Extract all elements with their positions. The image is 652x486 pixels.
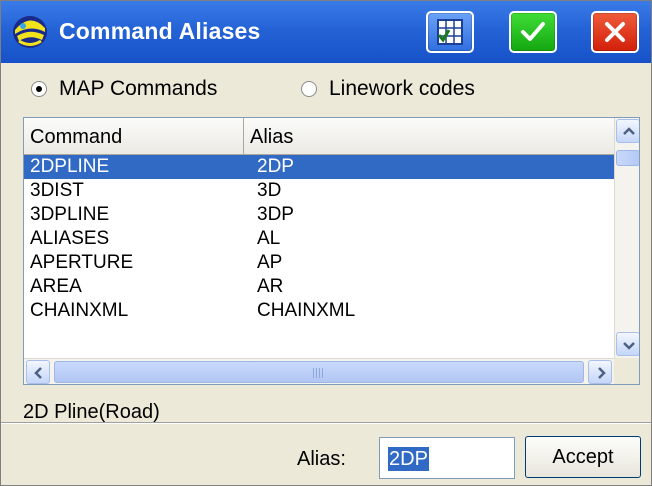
grid-options-button[interactable]: [426, 11, 474, 53]
scroll-right-button[interactable]: [588, 360, 612, 384]
cell-alias: CHAINXML: [257, 300, 356, 321]
radio-map-commands[interactable]: MAP Commands: [31, 71, 217, 107]
radio-label-linework-codes: Linework codes: [329, 77, 475, 100]
table-row[interactable]: AREA AR: [24, 275, 614, 299]
alias-input-value: 2DP: [388, 447, 429, 471]
table-row[interactable]: 2DPLINE 2DP: [24, 155, 614, 179]
scroll-up-button[interactable]: [616, 119, 639, 143]
table-row[interactable]: 3DIST 3D: [24, 179, 614, 203]
command-description: 2D Pline(Road): [23, 401, 160, 423]
ok-button[interactable]: [509, 11, 557, 53]
table-row[interactable]: APERTURE AP: [24, 251, 614, 275]
radio-linework-codes[interactable]: Linework codes: [301, 71, 475, 107]
cell-alias: 3D: [257, 180, 282, 201]
cell-alias: AR: [257, 276, 284, 297]
alias-input[interactable]: 2DP: [379, 437, 515, 479]
column-header-alias[interactable]: Alias: [244, 118, 614, 154]
horizontal-scroll-thumb[interactable]: [54, 361, 584, 383]
cell-command: 2DPLINE: [30, 156, 110, 177]
column-header-command[interactable]: Command: [24, 118, 244, 154]
cell-command: 3DPLINE: [30, 204, 110, 225]
alias-list-view[interactable]: Command Alias 2DPLINE 2DP 3DIST 3D 3DPLI…: [23, 117, 640, 385]
cell-alias: 2DP: [257, 156, 294, 177]
grip-icon: [313, 368, 325, 378]
table-row[interactable]: 3DPLINE 3DP: [24, 203, 614, 227]
title-bar: Command Aliases: [1, 1, 651, 63]
vertical-scroll-thumb[interactable]: [616, 150, 639, 166]
list-rows: 2DPLINE 2DP 3DIST 3D 3DPLINE 3DP ALIASES…: [24, 155, 614, 323]
accept-button[interactable]: Accept: [525, 436, 641, 478]
cell-alias: AL: [257, 228, 281, 249]
cell-alias: AP: [257, 252, 283, 273]
horizontal-scrollbar[interactable]: [24, 358, 614, 384]
alias-label: Alias:: [297, 448, 346, 470]
helmet-icon: [11, 14, 49, 50]
cell-command: ALIASES: [30, 228, 110, 249]
radio-button-unchecked[interactable]: [301, 81, 317, 97]
table-row[interactable]: CHAINXML CHAINXML: [24, 299, 614, 323]
scrollbar-corner: [614, 358, 639, 384]
cell-command: 3DIST: [30, 180, 84, 201]
scroll-down-button[interactable]: [616, 332, 639, 356]
list-header: Command Alias: [24, 118, 614, 155]
table-row[interactable]: ALIASES AL: [24, 227, 614, 251]
cell-command: APERTURE: [30, 252, 134, 273]
cell-alias: 3DP: [257, 204, 294, 225]
radio-button-checked[interactable]: [31, 81, 47, 97]
close-button[interactable]: [591, 11, 639, 53]
radio-label-map-commands: MAP Commands: [59, 77, 218, 100]
command-aliases-window: Command Aliases MAP Commands Linework co…: [0, 0, 652, 486]
window-title: Command Aliases: [59, 18, 261, 44]
vertical-scrollbar[interactable]: [614, 118, 639, 358]
cell-command: AREA: [30, 276, 82, 297]
divider: [1, 422, 651, 424]
scroll-left-button[interactable]: [26, 360, 50, 384]
cell-command: CHAINXML: [30, 300, 129, 321]
